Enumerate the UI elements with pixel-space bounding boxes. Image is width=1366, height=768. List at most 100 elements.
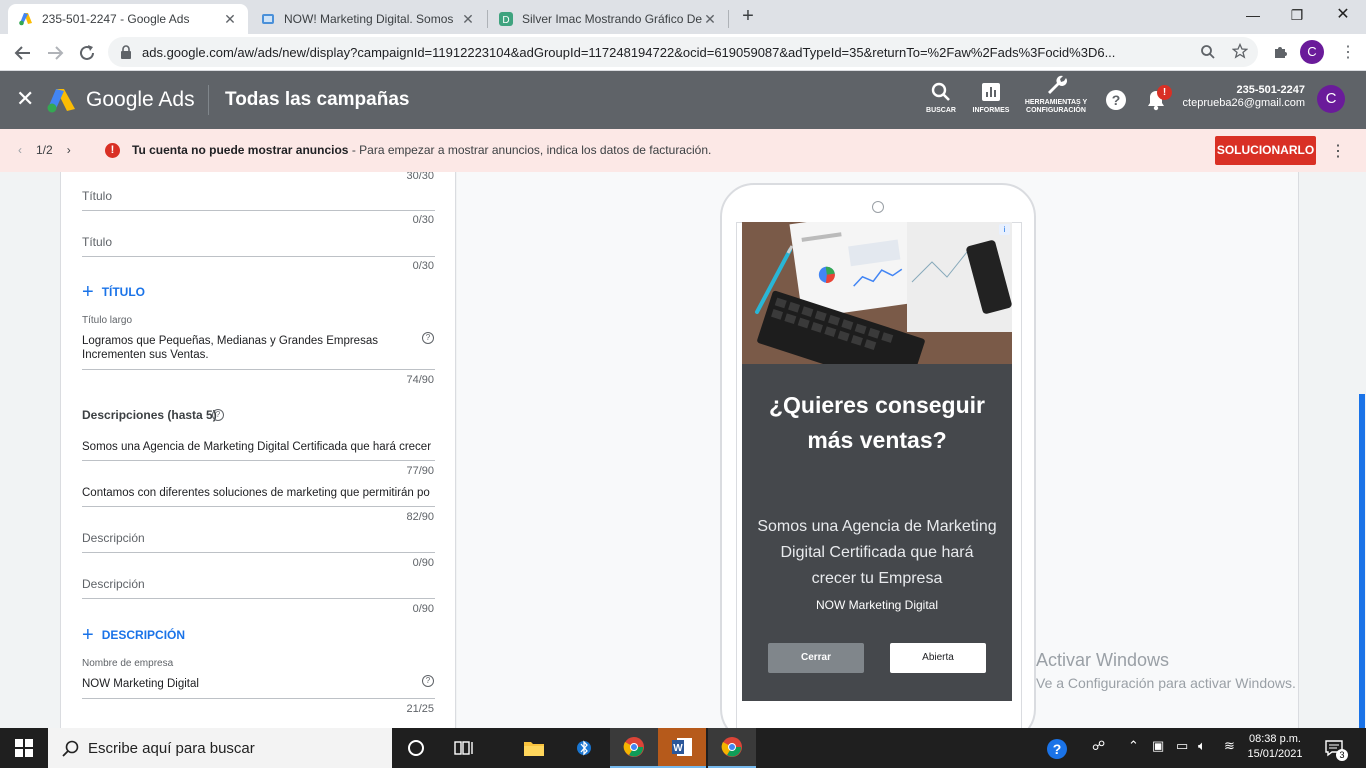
headline-count: 0/30 [412, 260, 434, 272]
tab-title: Silver Imac Mostrando Gráfico De [522, 12, 702, 26]
long-headline-count: 74/90 [406, 374, 434, 386]
tools-settings-label: HERRAMIENTAS Y CONFIGURACIÓN [1024, 99, 1088, 114]
task-view-button[interactable] [440, 728, 488, 768]
long-headline-input[interactable]: Logramos que Pequeñas, Medianas y Grande… [82, 334, 435, 362]
business-name-count: 21/25 [406, 703, 434, 715]
file-explorer-button[interactable] [510, 728, 558, 768]
more-options-icon[interactable]: ⋮ [1330, 141, 1346, 161]
description-field[interactable]: Descripción [82, 577, 145, 591]
close-tab-icon[interactable]: ✕ [222, 11, 238, 28]
adchoices-icon[interactable]: i [999, 224, 1010, 235]
chevron-right-icon[interactable]: › [67, 143, 71, 157]
help-icon[interactable]: ? [1105, 89, 1127, 111]
main-content: 30/30 Título 0/30 Título 0/30 + TÍTULO Tí… [0, 172, 1366, 728]
taskbar-search-box[interactable]: Escribe aquí para buscar [48, 728, 392, 768]
close-icon[interactable]: ✕ [16, 87, 34, 111]
chevron-left-icon[interactable]: ‹ [18, 143, 22, 157]
descriptions-section-title: Descripciones (hasta 5) [82, 408, 217, 422]
help-icon[interactable]: ? [212, 409, 224, 421]
notice-message-text: - Para empezar a mostrar anuncios, indic… [348, 143, 712, 157]
tab-title: 235-501-2247 - Google Ads [42, 12, 190, 26]
ad-open-button[interactable]: Abierta [890, 643, 986, 673]
google-ads-favicon-icon [18, 11, 34, 27]
search-tool-button[interactable]: BUSCAR [922, 81, 960, 115]
help-icon[interactable]: ? [422, 332, 434, 344]
plus-icon: + [82, 624, 94, 646]
wifi-icon[interactable]: ≋ [1224, 738, 1235, 754]
minimize-button[interactable]: — [1230, 0, 1276, 30]
notifications-count-badge: 3 [1336, 749, 1348, 761]
bookmark-star-icon[interactable] [1232, 43, 1248, 59]
long-headline-line1: Logramos que Pequeñas, Medianas y Grande… [82, 335, 378, 347]
notice-pager: ‹ 1/2 › [18, 143, 71, 157]
fix-it-button[interactable]: SOLUCIONARLO [1215, 136, 1316, 165]
tab-google-ads[interactable]: 235-501-2247 - Google Ads ✕ [8, 4, 248, 34]
chevron-up-icon[interactable]: ⌃ [1128, 738, 1139, 754]
headline-field[interactable]: Título [82, 235, 112, 249]
back-button[interactable] [12, 42, 34, 64]
description-input[interactable]: Contamos con diferentes soluciones de ma… [82, 486, 435, 500]
description-input[interactable]: Somos una Agencia de Marketing Digital C… [82, 440, 435, 454]
extensions-puzzle-icon[interactable] [1272, 44, 1288, 60]
word-taskbar-button[interactable]: W [658, 728, 706, 768]
volume-icon[interactable]: 🔈︎ [1198, 738, 1206, 754]
tab-silver-imac[interactable]: D Silver Imac Mostrando Gráfico De ✕ [488, 4, 728, 34]
description-count: 82/90 [406, 511, 434, 523]
maximize-button[interactable]: ❐ [1274, 0, 1320, 30]
bluetooth-button[interactable] [560, 728, 608, 768]
headline-field[interactable]: Título [82, 189, 112, 203]
help-icon[interactable]: ? [422, 675, 434, 687]
business-name-input[interactable]: NOW Marketing Digital [82, 677, 435, 691]
search-icon [922, 81, 960, 103]
close-tab-icon[interactable]: ✕ [702, 11, 718, 28]
help-tray-icon[interactable]: ? [1046, 738, 1068, 760]
address-bar[interactable]: ads.google.com/aw/ads/new/display?campai… [108, 37, 1258, 67]
page-scrollbar-thumb[interactable] [1359, 394, 1365, 728]
tab-divider [728, 10, 729, 28]
reports-tool-button[interactable]: INFORMES [970, 81, 1012, 115]
close-tab-icon[interactable]: ✕ [460, 11, 476, 28]
start-button[interactable] [0, 728, 48, 768]
chrome-taskbar-button[interactable] [610, 728, 658, 768]
notification-badge: ! [1157, 85, 1172, 100]
battery-icon[interactable]: ▭ [1176, 738, 1188, 754]
browser-profile-avatar[interactable]: C [1300, 40, 1324, 64]
ad-close-button[interactable]: Cerrar [768, 643, 864, 673]
reload-icon [80, 45, 94, 60]
ad-form-panel: 30/30 Título 0/30 Título 0/30 + TÍTULO Tí… [60, 172, 456, 728]
field-underline [82, 460, 435, 461]
description-field[interactable]: Descripción [82, 531, 145, 545]
field-underline [82, 210, 435, 211]
plus-icon: + [82, 281, 94, 303]
people-icon[interactable]: ☍ [1092, 738, 1105, 754]
cortana-button[interactable] [392, 728, 440, 768]
taskbar-clock[interactable]: 08:38 p.m. 15/01/2021 [1240, 732, 1310, 762]
add-headline-button[interactable]: + TÍTULO [82, 281, 145, 303]
browser-menu-icon[interactable]: ⋮ [1340, 42, 1356, 62]
tab-now-marketing[interactable]: NOW! Marketing Digital. Somos ✕ [250, 4, 486, 34]
tools-settings-button[interactable]: HERRAMIENTAS Y CONFIGURACIÓN [1024, 73, 1088, 115]
ad-creative-preview[interactable]: i ¿Quieres conseguir más ventas? Somos u… [742, 222, 1012, 701]
close-window-button[interactable]: ✕ [1320, 0, 1366, 30]
lock-icon[interactable] [120, 45, 132, 59]
new-tab-button[interactable]: + [738, 6, 758, 26]
headline-count: 0/30 [412, 214, 434, 226]
browser-toolbar: ads.google.com/aw/ads/new/display?campai… [0, 34, 1366, 71]
field-underline [82, 506, 435, 507]
windows-taskbar: Escribe aquí para buscar W ? ☍ ⌃ ▣ ▭ 🔈︎ … [0, 728, 1366, 768]
arrow-left-icon [14, 46, 30, 60]
account-avatar[interactable]: C [1317, 85, 1345, 113]
chrome-icon [721, 737, 742, 757]
field-underline [82, 698, 435, 699]
zoom-search-icon[interactable] [1200, 44, 1216, 60]
chrome-profile-taskbar-button[interactable] [708, 728, 756, 768]
add-description-button[interactable]: + DESCRIPCIÓN [82, 624, 185, 646]
network-icon[interactable]: ▣ [1152, 738, 1164, 754]
reload-button[interactable] [76, 42, 98, 64]
folder-icon [524, 742, 544, 756]
ad-business-name: NOW Marketing Digital [815, 598, 939, 612]
clock-date: 15/01/2021 [1247, 748, 1303, 760]
forward-button[interactable] [44, 42, 66, 64]
account-info[interactable]: 235-501-2247 cteprueba26@gmail.com [1183, 84, 1305, 110]
error-icon: ! [105, 143, 120, 158]
